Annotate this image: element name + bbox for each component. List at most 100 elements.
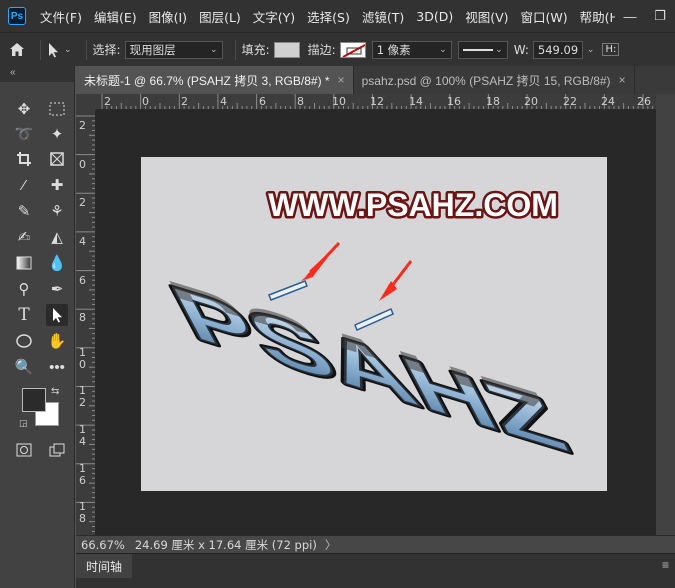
menu-image[interactable]: 图像(I) — [149, 7, 187, 26]
swap-colors-icon[interactable]: ⇆ — [51, 386, 59, 397]
ruler-label: 2 — [79, 119, 86, 132]
tab-document-2[interactable]: psahz.psd @ 100% (PSAHZ 拷贝 15, RGB/8#) × — [353, 66, 635, 94]
menu-window[interactable]: 窗口(W) — [521, 7, 568, 26]
minimize-icon[interactable]: — — [615, 9, 645, 24]
chevron-down-icon: ⌄ — [439, 44, 447, 55]
ruler-label: 10 — [332, 95, 346, 108]
horizontal-ruler[interactable]: 2 0 2 4 6 8 10 12 14 16 18 20 22 24 26 — [96, 94, 656, 110]
ruler-origin[interactable] — [76, 94, 96, 110]
home-icon[interactable] — [0, 42, 34, 57]
brush-tool-icon[interactable]: ✎ — [13, 200, 35, 222]
close-icon[interactable]: × — [338, 73, 345, 87]
width-input[interactable]: 549.09 — [532, 40, 583, 59]
stroke-swatch[interactable] — [339, 41, 366, 58]
default-colors-icon[interactable]: ◲ — [19, 418, 28, 429]
ruler-label: 4 — [79, 435, 86, 448]
menu-edit[interactable]: 编辑(E) — [94, 7, 137, 26]
ruler-label: 6 — [79, 274, 86, 287]
path-selection-tool-icon[interactable] — [46, 304, 68, 326]
fill-swatch[interactable] — [273, 41, 300, 58]
hand-tool-icon[interactable]: ✋ — [46, 330, 68, 352]
zoom-level[interactable]: 66.67% — [81, 538, 125, 552]
collapse-panel-icon[interactable]: « — [0, 66, 74, 82]
ruler-label: 2 — [104, 95, 111, 108]
path-select-tool-icon[interactable]: ⌄ — [47, 42, 72, 58]
vertical-scrollbar[interactable] — [656, 94, 675, 535]
status-menu-icon[interactable]: 〉 — [325, 537, 337, 553]
gradient-tool-icon[interactable] — [13, 252, 35, 274]
ruler-label: 8 — [79, 311, 86, 324]
frame-tool-icon[interactable] — [46, 148, 68, 170]
menu-layer[interactable]: 图层(L) — [199, 7, 241, 26]
document-size: 24.69 厘米 x 17.64 厘米 (72 ppi) — [134, 537, 317, 552]
restore-icon[interactable]: ❐ — [645, 8, 675, 24]
ruler-label: 4 — [220, 95, 227, 108]
chevron-down-icon[interactable]: ⌄ — [587, 44, 595, 55]
select-value: 现用图层 — [129, 42, 176, 57]
ruler-label: 0 — [142, 95, 149, 108]
close-icon[interactable]: × — [619, 73, 626, 87]
headline-text: WWW.PSAHZ.COM — [268, 187, 558, 223]
link-dimensions-icon[interactable]: H: — [602, 43, 620, 56]
annotation-arrow-2 — [379, 260, 413, 301]
menu-view[interactable]: 视图(V) — [465, 7, 508, 26]
menu-filter[interactable]: 滤镜(T) — [362, 7, 404, 26]
menu-bar: Ps 文件(F) 编辑(E) 图像(I) 图层(L) 文字(Y) 选择(S) 滤… — [0, 0, 675, 32]
separator — [85, 39, 87, 60]
highlight-stroke-1 — [268, 280, 308, 301]
stroke-type-dropdown[interactable]: ⌄ — [457, 40, 508, 59]
eyedropper-tool-icon[interactable]: ⁄ — [13, 174, 35, 196]
menu-3d[interactable]: 3D(D) — [416, 9, 453, 24]
magic-wand-tool-icon[interactable]: ✦ — [46, 123, 68, 145]
ruler-label: 4 — [79, 235, 86, 248]
tab-timeline[interactable]: 时间轴 — [76, 554, 133, 578]
move-tool-icon[interactable]: ✥ — [13, 98, 35, 120]
foreground-color-swatch[interactable] — [22, 388, 46, 412]
stroke-width-dropdown[interactable]: 1 像素 ⌄ — [371, 40, 452, 59]
document-canvas[interactable]: WWW.PSAHZ.COM WWW.PSAHZ.COM PSAHZ PSAHZ … — [141, 157, 607, 491]
screen-mode-icon[interactable] — [46, 439, 68, 461]
cut-text-group: PSAHZ PSAHZ PSAHZ — [153, 262, 584, 472]
vertical-ruler[interactable]: 2 0 2 4 6 8 1 0 1 2 1 4 1 6 1 8 — [76, 110, 96, 535]
tab-document-1[interactable]: 未标题-1 @ 66.7% (PSAHZ 拷贝 3, RGB/8#) * × — [76, 66, 354, 94]
blur-tool-icon[interactable]: 💧 — [46, 252, 68, 274]
clone-stamp-tool-icon[interactable]: ⚘ — [46, 200, 68, 222]
ruler-label: 6 — [79, 474, 86, 487]
menu-file[interactable]: 文件(F) — [40, 7, 82, 26]
history-brush-tool-icon[interactable]: ✍ — [13, 226, 35, 248]
panel-menu-icon[interactable]: ≡ — [662, 558, 669, 572]
select-dropdown[interactable]: 现用图层 ⌄ — [124, 40, 223, 59]
pen-tool-icon[interactable]: ✒ — [46, 278, 68, 300]
type-tool-icon[interactable]: T — [13, 304, 35, 326]
crop-tool-icon[interactable] — [13, 148, 35, 170]
ruler-label: 24 — [601, 95, 615, 108]
stroke-line-icon — [462, 48, 493, 51]
select-label: 选择: — [92, 43, 121, 57]
marquee-tool-icon[interactable] — [46, 98, 68, 120]
chevron-down-icon: ⌄ — [495, 44, 503, 55]
ruler-label: 8 — [79, 512, 86, 525]
stroke-width-value: 1 像素 — [376, 42, 411, 57]
ruler-label: 6 — [259, 95, 266, 108]
eraser-tool-icon[interactable]: ◭ — [46, 226, 68, 248]
ruler-label: 0 — [79, 358, 86, 371]
ruler-label: 2 — [181, 95, 188, 108]
fill-label: 填充: — [241, 43, 270, 57]
ruler-label: 2 — [79, 196, 86, 209]
menu-type[interactable]: 文字(Y) — [253, 7, 295, 26]
document-tabs: 未标题-1 @ 66.7% (PSAHZ 拷贝 3, RGB/8#) * × p… — [76, 66, 675, 94]
lasso-tool-icon[interactable]: ➰ — [13, 123, 35, 145]
dodge-tool-icon[interactable]: ⚲ — [13, 278, 35, 300]
separator — [234, 39, 236, 60]
tools-panel: « ✥ ➰ ✦ ⁄ ✚ ✎ ⚘ ✍ ◭ 💧 ⚲ ✒ T ✋ 🔍 ••• ⇆ ◲ — [0, 66, 75, 588]
more-tools-icon[interactable]: ••• — [46, 356, 68, 378]
ellipse-tool-icon[interactable] — [13, 330, 35, 352]
healing-brush-tool-icon[interactable]: ✚ — [46, 174, 68, 196]
separator — [40, 39, 41, 60]
ruler-label: 22 — [563, 95, 577, 108]
ruler-label: 12 — [370, 95, 384, 108]
zoom-tool-icon[interactable]: 🔍 — [13, 356, 35, 378]
menu-select[interactable]: 选择(S) — [307, 7, 350, 26]
quick-mask-icon[interactable] — [13, 439, 35, 461]
ruler-label: 26 — [637, 95, 651, 108]
